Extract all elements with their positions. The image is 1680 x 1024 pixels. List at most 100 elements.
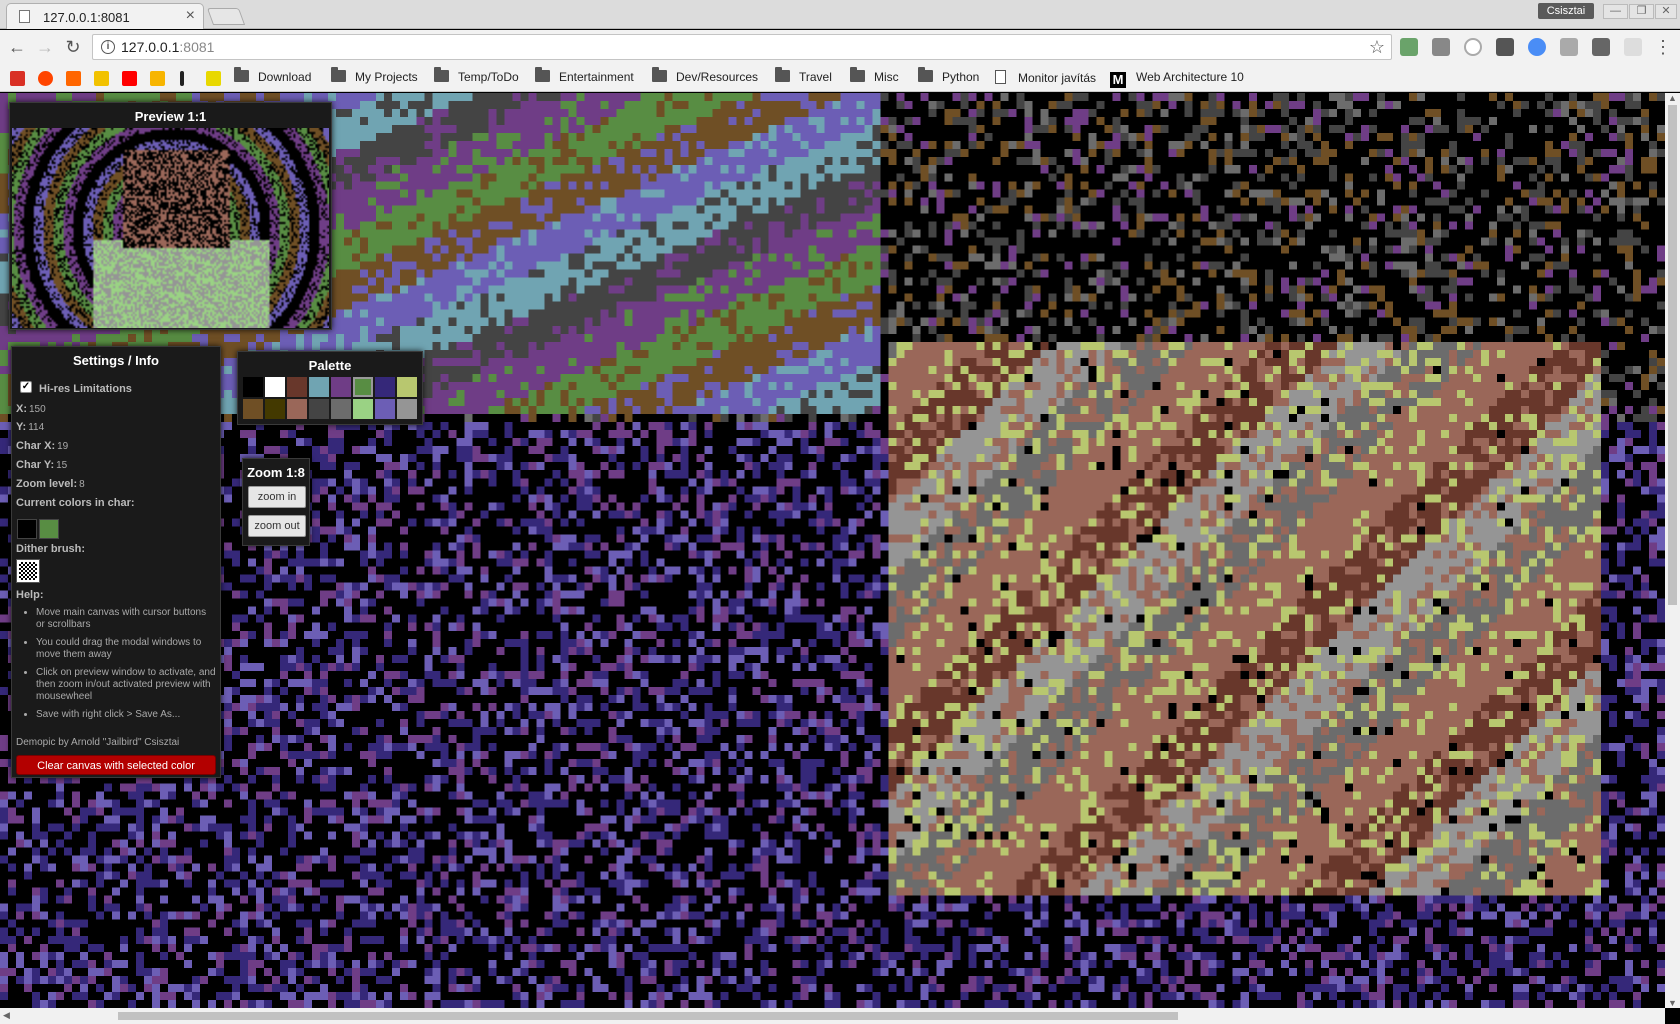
settings-window[interactable]: Settings / Info ✓ Hi-res Limitations X: 1…	[11, 346, 221, 778]
bookmark-folder-download[interactable]: Download	[234, 67, 311, 88]
clear-canvas-button[interactable]: Clear canvas with selected color	[16, 755, 216, 775]
js-icon[interactable]	[1400, 38, 1418, 56]
browser-tab[interactable]: 127.0.0.1:8081 ×	[6, 3, 204, 29]
palette-swatch[interactable]	[353, 377, 373, 397]
bookmark-folder-travel[interactable]: Travel	[775, 67, 832, 88]
x-info: X: 150	[16, 403, 46, 415]
scroll-down-icon[interactable]: ▼	[1668, 998, 1677, 1008]
preview-canvas[interactable]	[12, 128, 329, 328]
palette-swatch[interactable]	[287, 399, 307, 419]
y-info: Y: 114	[16, 421, 45, 433]
zoom-window[interactable]: Zoom 1:8 zoom in zoom out	[242, 458, 310, 546]
address-bar[interactable]: i 127.0.0.1:8081 ☆	[92, 34, 1392, 60]
folder-icon	[918, 67, 933, 82]
charx-info: Char X: 19	[16, 440, 69, 452]
bookmark-folder-my-projects[interactable]: My Projects	[331, 67, 418, 88]
zoom-title: Zoom 1:8	[247, 465, 305, 480]
bookmark-folder-temp-todo[interactable]: Temp/ToDo	[434, 67, 519, 88]
reload-button[interactable]: ↻	[62, 36, 84, 58]
palette-swatch[interactable]	[243, 399, 263, 419]
camera-icon[interactable]	[1432, 38, 1450, 56]
hires-label: Hi-res Limitations	[39, 383, 132, 395]
shield-icon[interactable]	[1592, 38, 1610, 56]
palette-swatch[interactable]	[397, 399, 417, 419]
dither-label: Dither brush:	[16, 543, 86, 555]
forward-button[interactable]: →	[34, 36, 56, 58]
palette-swatch[interactable]	[375, 399, 395, 419]
site-info-icon[interactable]: i	[101, 40, 115, 54]
globe-icon[interactable]	[1528, 38, 1546, 56]
url-port: :8081	[179, 39, 215, 55]
keep-icon[interactable]	[150, 71, 165, 86]
dither-brush-icon[interactable]	[16, 559, 40, 583]
mi-ra-icon[interactable]	[1624, 38, 1642, 56]
zoom-in-button[interactable]: zoom in	[248, 486, 306, 508]
palette-title: Palette	[308, 358, 352, 373]
palette-swatch[interactable]	[309, 377, 329, 397]
folder-icon	[331, 67, 346, 82]
zoom-level-info: Zoom level: 8	[16, 478, 85, 490]
reddit-icon[interactable]	[38, 71, 53, 86]
horizontal-scrollbar[interactable]: ◀	[0, 1008, 1665, 1024]
bookmark-folder-python[interactable]: Python	[918, 67, 979, 88]
horizontal-scroll-thumb[interactable]	[118, 1012, 1178, 1020]
palette-swatch[interactable]	[243, 377, 263, 397]
profile-button[interactable]: Csisztai	[1538, 3, 1594, 19]
palette-swatch[interactable]	[375, 377, 395, 397]
tab-close-icon[interactable]: ×	[186, 7, 195, 25]
lamp-icon[interactable]	[94, 71, 109, 86]
download-icon[interactable]	[1496, 38, 1514, 56]
circle-icon[interactable]	[1464, 38, 1482, 56]
bookmark-folder-misc[interactable]: Misc	[850, 67, 899, 88]
tab-strip: 127.0.0.1:8081 × Csisztai — ❐ ✕	[0, 0, 1680, 29]
palette-swatch[interactable]	[331, 377, 351, 397]
current-color-2	[39, 519, 59, 539]
zoom-out-button[interactable]: zoom out	[248, 515, 306, 537]
preview-window[interactable]: Preview 1:1	[9, 102, 332, 330]
bookmark-web-architecture[interactable]: M Web Architecture 10	[1110, 70, 1244, 88]
palette-swatch[interactable]	[309, 399, 329, 419]
palette-swatch[interactable]	[331, 399, 351, 419]
url-host: 127.0.0.1	[121, 39, 180, 55]
hires-checkbox[interactable]: ✓	[20, 381, 32, 393]
hackernews-icon[interactable]	[66, 71, 81, 86]
bookmark-folder-dev-resources[interactable]: Dev/Resources	[652, 67, 758, 88]
palette-window[interactable]: Palette	[237, 351, 423, 425]
info-icon[interactable]	[180, 71, 184, 86]
back-button[interactable]: ←	[6, 36, 28, 58]
help-item: Click on preview window to activate, and…	[36, 667, 216, 703]
bookmark-star-icon[interactable]: ☆	[1369, 37, 1385, 58]
x-icon[interactable]	[206, 71, 221, 86]
bookmark-folder-entertainment[interactable]: Entertainment	[535, 67, 634, 88]
help-item: Move main canvas with cursor buttons or …	[36, 607, 216, 631]
maximize-button[interactable]: ❐	[1629, 4, 1654, 19]
vertical-scroll-thumb[interactable]	[1668, 105, 1677, 605]
puzzle-icon[interactable]	[1560, 38, 1578, 56]
gmail-icon[interactable]	[10, 71, 25, 86]
current-color-1	[17, 519, 37, 539]
preview-title: Preview 1:1	[134, 109, 207, 124]
settings-title: Settings / Info	[73, 353, 159, 368]
medium-icon: M	[1110, 72, 1126, 88]
palette-swatch[interactable]	[265, 377, 285, 397]
folder-icon	[434, 67, 449, 82]
scroll-left-icon[interactable]: ◀	[3, 1010, 10, 1021]
folder-icon	[535, 67, 550, 82]
folder-icon	[652, 67, 667, 82]
palette-swatch[interactable]	[353, 399, 373, 419]
palette-swatch[interactable]	[265, 399, 285, 419]
youtube-icon[interactable]	[122, 71, 137, 86]
palette-swatch[interactable]	[287, 377, 307, 397]
vertical-scrollbar[interactable]: ▲ ▼	[1665, 93, 1680, 1008]
minimize-button[interactable]: —	[1603, 4, 1628, 19]
palette-grid	[243, 377, 419, 419]
scroll-up-icon[interactable]: ▲	[1668, 93, 1677, 103]
bookmark-monitor-javitas[interactable]: Monitor javítás	[995, 70, 1096, 88]
palette-swatch[interactable]	[397, 377, 417, 397]
chary-info: Char Y: 15	[16, 459, 68, 471]
menu-icon[interactable]: ⋮	[1652, 36, 1674, 58]
close-window-button[interactable]: ✕	[1655, 4, 1677, 19]
new-tab-button[interactable]	[206, 8, 246, 25]
bookmarks-bar: Download My Projects Temp/ToDo Entertain…	[0, 66, 1680, 92]
help-label: Help:	[16, 589, 44, 601]
